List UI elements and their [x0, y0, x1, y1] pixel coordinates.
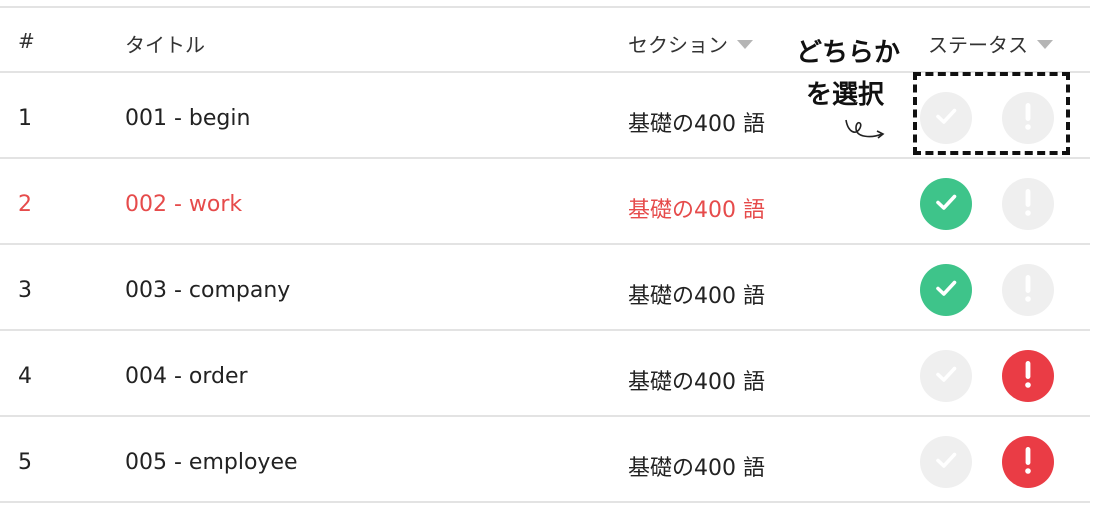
- exclamation-icon: [1021, 186, 1035, 222]
- row-number: 2: [18, 192, 32, 217]
- table-row[interactable]: 5 005 - employee 基礎の400 語: [0, 417, 1090, 503]
- row-title[interactable]: 002 - work: [125, 192, 242, 217]
- row-number: 1: [18, 106, 32, 131]
- row-divider: [0, 501, 1090, 503]
- check-icon: [931, 359, 961, 393]
- status-ng-button[interactable]: [1002, 350, 1054, 402]
- header-status-sort[interactable]: ステータス: [928, 29, 1053, 58]
- row-title[interactable]: 004 - order: [125, 364, 248, 389]
- row-title[interactable]: 001 - begin: [125, 106, 250, 131]
- exclamation-icon: [1021, 272, 1035, 308]
- table-header: # タイトル セクション ステータス: [0, 7, 1090, 73]
- status-ok-button[interactable]: [920, 178, 972, 230]
- annotation-dashed-highlight: [913, 72, 1070, 155]
- header-section-sort[interactable]: セクション: [628, 29, 753, 58]
- annotation-text-line1: どちらか: [796, 38, 901, 68]
- row-number: 5: [18, 450, 32, 475]
- status-ok-button[interactable]: [920, 264, 972, 316]
- status-ok-button[interactable]: [920, 350, 972, 402]
- row-section: 基礎の400 語: [628, 112, 765, 137]
- sort-caret-icon: [737, 40, 753, 49]
- exclamation-icon: [1021, 444, 1035, 480]
- header-number: #: [18, 29, 35, 53]
- check-icon: [931, 273, 961, 307]
- sort-caret-icon: [1037, 40, 1053, 49]
- table-row[interactable]: 2 002 - work 基礎の400 語: [0, 159, 1090, 245]
- row-number: 4: [18, 364, 32, 389]
- row-section: 基礎の400 語: [628, 370, 765, 395]
- header-status-label: ステータス: [928, 33, 1028, 57]
- row-section: 基礎の400 語: [628, 284, 765, 309]
- curly-arrow-icon: [845, 119, 885, 139]
- row-section: 基礎の400 語: [628, 198, 765, 223]
- status-ng-button[interactable]: [1002, 264, 1054, 316]
- table-row[interactable]: 4 004 - order 基礎の400 語: [0, 331, 1090, 417]
- row-title[interactable]: 005 - employee: [125, 450, 298, 475]
- row-title[interactable]: 003 - company: [125, 278, 290, 303]
- row-section: 基礎の400 語: [628, 456, 765, 481]
- header-title: タイトル: [125, 33, 205, 57]
- status-ok-button[interactable]: [920, 436, 972, 488]
- check-icon: [931, 445, 961, 479]
- annotation-text-line2: を選択: [806, 80, 885, 110]
- table-row[interactable]: 3 003 - company 基礎の400 語: [0, 245, 1090, 331]
- check-icon: [931, 187, 961, 221]
- row-number: 3: [18, 278, 32, 303]
- header-section-label: セクション: [628, 33, 728, 57]
- status-ng-button[interactable]: [1002, 436, 1054, 488]
- exclamation-icon: [1021, 358, 1035, 394]
- status-ng-button[interactable]: [1002, 178, 1054, 230]
